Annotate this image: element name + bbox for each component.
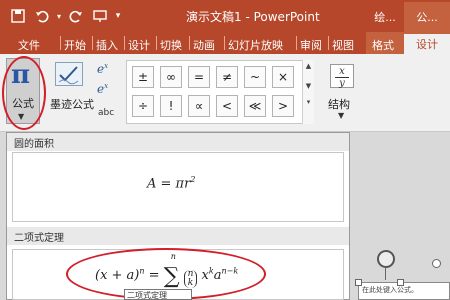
window-title: 演示文稿1 - PowerPoint — [186, 10, 320, 24]
tab-divider — [224, 36, 225, 50]
symbol-much-less-than[interactable]: ≪ — [244, 95, 266, 117]
professional-format-icon[interactable]: ex — [97, 62, 108, 76]
ink-equation-icon[interactable] — [55, 62, 83, 86]
symbols-scrollbar[interactable]: ▲ ▼ ▾ — [302, 60, 314, 124]
symbol-factorial[interactable]: ! — [160, 95, 182, 117]
symbol-proportional[interactable]: ∝ — [188, 95, 210, 117]
symbol-tilde[interactable]: ~ — [244, 66, 266, 88]
equation-tooltip: 二项式定理 — [124, 289, 192, 300]
resize-handle[interactable] — [432, 259, 441, 268]
chevron-down-icon[interactable]: ▼ — [338, 111, 344, 120]
undo-dropdown-icon[interactable]: ▾ — [54, 4, 64, 28]
redo-icon[interactable] — [64, 4, 88, 28]
undo-icon[interactable] — [30, 4, 54, 28]
ink-equation-button[interactable]: 墨迹公式 — [50, 96, 94, 112]
tab-file[interactable]: 文件 — [18, 37, 40, 53]
tab-slideshow[interactable]: 幻灯片放映 — [228, 37, 283, 53]
slide-equation-placeholder[interactable]: 在此处键入公式。 — [358, 282, 450, 300]
symbol-greater-than[interactable]: > — [272, 95, 294, 117]
rotate-handle-stem — [385, 268, 386, 280]
linear-format-icon[interactable]: ex — [97, 82, 108, 96]
fraction-structure-icon[interactable]: x y — [330, 64, 354, 89]
rotate-handle-icon[interactable] — [377, 250, 395, 268]
tab-design[interactable]: 设计 — [128, 37, 150, 53]
tab-home[interactable]: 开始 — [64, 37, 86, 53]
slideshow-icon[interactable] — [88, 4, 112, 28]
resize-handle[interactable] — [355, 279, 362, 286]
chevron-down-icon[interactable]: ▼ — [303, 82, 314, 90]
tab-divider — [328, 36, 329, 50]
symbol-infinity[interactable]: ∞ — [160, 66, 182, 88]
structures-button[interactable]: 结构 — [328, 96, 350, 112]
chevron-up-icon[interactable]: ▲ — [303, 62, 314, 70]
fraction-denominator: y — [335, 77, 349, 89]
expand-gallery-icon[interactable]: ▾ — [303, 98, 314, 106]
tab-divider — [296, 36, 297, 50]
symbol-equals[interactable]: = — [188, 66, 210, 88]
tab-equation-design[interactable]: 设计 — [404, 34, 450, 54]
tab-divider — [156, 36, 157, 50]
equation-item-circle-area[interactable]: A = πr2 — [12, 152, 344, 222]
symbol-divide[interactable]: ÷ — [132, 95, 154, 117]
save-icon[interactable] — [6, 4, 30, 28]
tab-view[interactable]: 视图 — [332, 37, 354, 53]
contextual-tab-drawing[interactable]: 绘... — [366, 2, 404, 32]
quick-access-toolbar: ▾ ▾ — [0, 0, 124, 32]
tab-divider — [60, 36, 61, 50]
tab-review[interactable]: 审阅 — [300, 37, 322, 53]
symbol-not-equal[interactable]: ≠ — [216, 66, 238, 88]
tab-divider — [189, 36, 190, 50]
equation-circle-area: A = πr2 — [147, 175, 196, 192]
customize-toolbar-icon[interactable]: ▾ — [112, 4, 124, 28]
normal-text-button[interactable]: abc — [98, 108, 114, 118]
highlight-circle — [2, 56, 46, 130]
resize-handle[interactable] — [397, 279, 404, 286]
tab-format[interactable]: 格式 — [372, 37, 394, 53]
gallery-heading-circle-area: 圆的面积 — [7, 133, 349, 151]
symbol-plus-minus[interactable]: ± — [132, 66, 154, 88]
tab-animations[interactable]: 动画 — [193, 37, 215, 53]
contextual-tab-equation[interactable]: 公... — [404, 2, 450, 32]
symbol-less-than[interactable]: < — [216, 95, 238, 117]
tab-transitions[interactable]: 切换 — [160, 37, 182, 53]
fraction-numerator: x — [339, 66, 345, 77]
symbol-times[interactable]: × — [272, 66, 294, 88]
tab-divider — [124, 36, 125, 50]
tab-insert[interactable]: 插入 — [96, 37, 118, 53]
tab-divider — [92, 36, 93, 50]
gallery-heading-binomial: 二项式定理 — [7, 227, 349, 245]
